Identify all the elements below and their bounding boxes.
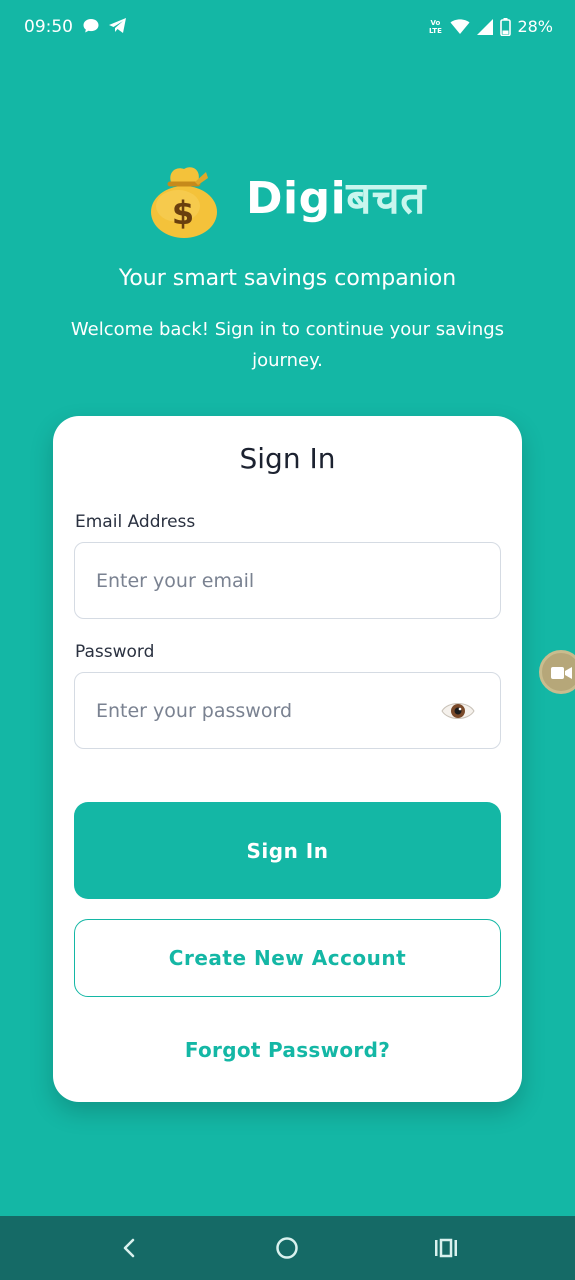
telegram-icon: [109, 18, 126, 33]
wifi-icon: [450, 19, 470, 34]
money-bag-icon: $: [151, 167, 217, 238]
status-notifications: [82, 17, 128, 35]
signin-button[interactable]: Sign In: [74, 802, 501, 899]
status-time: 09:50: [24, 17, 73, 37]
status-bar: 09:50 Vo LTE 28%: [0, 0, 575, 56]
signin-title: Sign In: [239, 442, 336, 475]
app-name: Digiबचत: [246, 166, 426, 226]
create-account-button[interactable]: Create New Account: [74, 919, 501, 997]
forgot-password-link[interactable]: Forgot Password?: [53, 1038, 522, 1062]
navigation-bar: [0, 1216, 575, 1280]
back-icon[interactable]: [114, 1232, 142, 1264]
battery-icon: [500, 17, 512, 36]
email-label: Email Address: [75, 512, 196, 532]
svg-text:$: $: [172, 194, 194, 232]
app-name-devanagari: बचत: [346, 173, 426, 224]
eye-icon[interactable]: [440, 698, 476, 724]
volte-icon: Vo LTE: [426, 19, 444, 35]
status-system-icons: Vo LTE 28%: [426, 17, 553, 36]
volte-bottom-text: LTE: [429, 26, 442, 35]
volte-top-text: Vo: [430, 18, 441, 27]
signal-icon: [477, 18, 494, 35]
chat-notification-icon: [83, 19, 99, 33]
battery-percent: 28%: [517, 17, 553, 36]
app-name-latin: Digi: [246, 173, 347, 224]
password-label: Password: [75, 642, 155, 662]
tagline: Your smart savings companion: [118, 266, 457, 291]
home-icon[interactable]: [272, 1232, 302, 1264]
signin-card: Sign In Email Address Password Sign In C…: [53, 416, 522, 1102]
password-input[interactable]: [74, 672, 501, 749]
recents-icon[interactable]: [431, 1232, 461, 1264]
floating-bubble[interactable]: [539, 650, 575, 694]
email-input[interactable]: [74, 542, 501, 619]
video-camera-icon: [551, 667, 572, 679]
welcome-text: Welcome back! Sign in to continue your s…: [70, 319, 505, 371]
